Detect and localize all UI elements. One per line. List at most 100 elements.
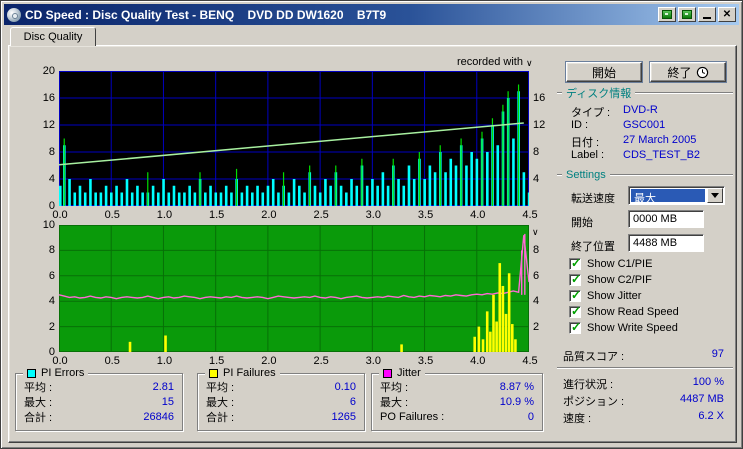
disc-date-label: 日付 : (571, 137, 600, 149)
checkbox-box: ✓ (569, 304, 582, 318)
end-position-label: 終了位置 (571, 241, 615, 253)
disc-info-group-header: ディスク情報 (557, 87, 733, 100)
stat-label: 最大 : (24, 396, 53, 409)
minimize-icon (703, 17, 711, 19)
start-button-label: 開始 (591, 65, 616, 80)
stat-row: 平均 : 0.10 (206, 379, 356, 394)
stat-value: 26846 (143, 410, 174, 423)
disc-id-label: ID : (571, 119, 589, 131)
jitter-summary-box: Jitter 平均 : 8.87 % 最大 : 10.9 % PO Failures… (371, 367, 543, 431)
axis-tick-label: 2.0 (261, 355, 277, 367)
axis-tick-label: 8 (48, 146, 55, 158)
axis-tick-label: 6 (48, 269, 55, 282)
recorded-with-label: recorded with (456, 56, 523, 68)
pi-errors-swatch-icon (27, 368, 36, 378)
axis-tick-label: 1.0 (156, 355, 173, 367)
check-icon: ✓ (571, 320, 582, 334)
caption-buttons: ✕ (658, 7, 736, 22)
stat-value: 6 (349, 395, 356, 408)
titlebar: CD Speed : Disc Quality Test - BENQ DVD … (4, 4, 739, 25)
stat-label: 平均 : (206, 381, 235, 394)
checkbox-show-c1-pie[interactable]: ✓ Show C1/PIE (569, 256, 652, 271)
checkbox-label: Show C2/PIF (587, 274, 652, 286)
transfer-speed-select[interactable]: 最大 (628, 186, 725, 205)
axis-tick-label: 10 (42, 219, 55, 231)
stat-value: 15 (161, 395, 174, 408)
axis-tick-label: 8 (48, 244, 55, 257)
exit-button[interactable]: 終了 (650, 62, 726, 82)
stat-label: PO Failures : (380, 410, 445, 423)
checkbox-box: ✓ (569, 256, 581, 270)
stat-label: 合計 : (24, 411, 53, 424)
progress-value: 100 % (692, 376, 724, 388)
check-icon: ✓ (571, 272, 582, 286)
checkbox-show-write-speed[interactable]: ✓ Show Write Speed (569, 320, 678, 335)
speed-value: 6.2 X (698, 410, 724, 422)
checkbox-label: Show Jitter (587, 290, 642, 302)
axis-tick-label: 2.0 (261, 209, 277, 221)
legend-title: PI Errors (41, 367, 85, 379)
axis-tick-label: 4 (48, 173, 55, 185)
minimize-button[interactable] (698, 7, 716, 22)
start-button[interactable]: 開始 (566, 62, 642, 82)
quality-score-value: 97 (711, 348, 724, 360)
axis-dropdown-arrow-icon-2[interactable]: ∨ (532, 227, 539, 238)
combo-dropdown-button[interactable] (707, 188, 723, 203)
app-window: CD Speed : Disc Quality Test - BENQ DVD … (0, 0, 743, 449)
axis-tick-label: 4 (533, 173, 540, 185)
close-button[interactable]: ✕ (718, 7, 736, 22)
end-position-field[interactable]: 4488 MB (628, 234, 704, 252)
axis-dropdown-arrow-icon[interactable]: ∨ (526, 58, 533, 69)
exit-button-label: 終了 (667, 65, 692, 80)
window-title: CD Speed : Disc Quality Test - BENQ DVD … (25, 7, 387, 22)
stat-value: 0 (527, 410, 534, 423)
stat-row: 平均 : 8.87 % (380, 379, 534, 394)
checkbox-label: Show Read Speed (587, 306, 679, 318)
axis-tick-label: 2.5 (313, 355, 329, 367)
axis-tick-label: 3.5 (417, 209, 434, 221)
stat-value: 10.9 % (499, 395, 534, 408)
checkbox-show-jitter[interactable]: ✓ Show Jitter (569, 288, 642, 303)
axis-tick-label: 0.5 (104, 355, 120, 367)
disc-date-value: 27 March 2005 (623, 134, 697, 146)
transfer-speed-label: 転送速度 (571, 193, 615, 205)
check-icon: ✓ (571, 304, 582, 318)
checkbox-show-c2-pif[interactable]: ✓ Show C2/PIF (569, 272, 652, 287)
start-position-field[interactable]: 0000 MB (628, 210, 704, 228)
axis-tick-label: 4.0 (470, 209, 486, 221)
stat-label: 平均 : (380, 381, 409, 394)
axis-tick-label: 8 (533, 146, 540, 158)
check-icon: ✓ (571, 288, 582, 302)
axis-tick-label: 2 (48, 320, 55, 333)
axis-tick-label: 1.0 (156, 209, 173, 221)
stat-row: 最大 : 10.9 % (380, 394, 534, 409)
axis-tick-label: 3.5 (417, 355, 434, 367)
titlebar-tool-button-1[interactable] (658, 7, 676, 22)
position-label: ポジション : (563, 396, 625, 408)
tab-disc-quality[interactable]: Disc Quality (10, 27, 96, 46)
stat-row: 最大 : 6 (206, 394, 356, 409)
pi-errors-chart (59, 71, 529, 206)
checkbox-show-read-speed[interactable]: ✓ Show Read Speed (569, 304, 679, 319)
quality-score-label: 品質スコア : (563, 351, 625, 363)
legend-title: Jitter (397, 367, 421, 379)
titlebar-tool-button-2[interactable] (678, 7, 696, 22)
stat-value: 2.81 (152, 380, 174, 393)
axis-tick-label: 3.0 (365, 355, 381, 367)
capture-icon (662, 10, 672, 19)
transfer-speed-selected-value: 最大 (631, 189, 705, 205)
jitter-swatch-icon (383, 368, 392, 378)
axis-tick-label: 0.5 (104, 209, 120, 221)
pi-errors-summary-box: PI Errors 平均 : 2.81 最大 : 15 合計 : 26846 (15, 367, 183, 431)
axis-tick-label: 1.5 (209, 209, 225, 221)
stat-label: 最大 : (380, 396, 409, 409)
start-position-label: 開始 (571, 217, 593, 229)
stat-value: 8.87 % (499, 380, 534, 393)
stat-row: 平均 : 2.81 (24, 379, 174, 394)
disc-info-title: ディスク情報 (566, 88, 632, 100)
stat-row: 合計 : 1265 (206, 409, 356, 424)
axis-tick-label: 12 (42, 119, 55, 131)
jitter-pif-chart (59, 225, 529, 352)
axis-tick-label: 16 (533, 92, 546, 104)
axis-tick-label: 0 (48, 200, 55, 212)
